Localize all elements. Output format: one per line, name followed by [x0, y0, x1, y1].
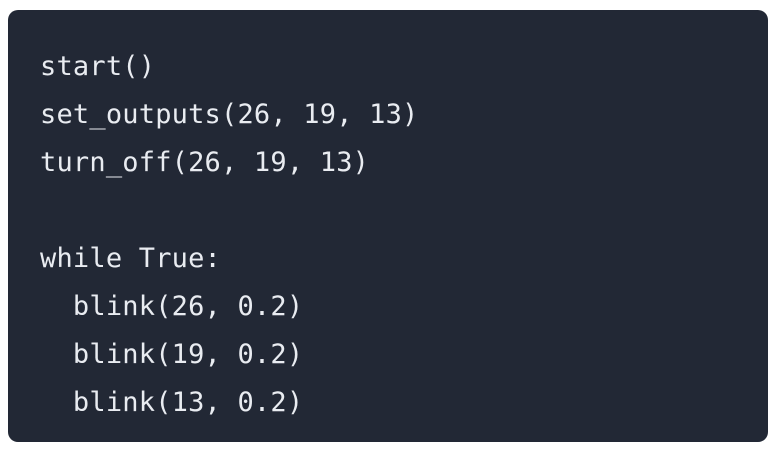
code-line-blink-26: blink(26, 0.2) [40, 291, 304, 322]
code-block: start() set_outputs(26, 19, 13) turn_off… [8, 10, 768, 442]
code-line-start: start() [40, 51, 156, 82]
code-line-blink-19: blink(19, 0.2) [40, 339, 304, 370]
code-line-blink-13: blink(13, 0.2) [40, 387, 304, 418]
code-line-while-loop: while True: [40, 243, 222, 274]
code-line-turn-off: turn_off(26, 19, 13) [40, 147, 370, 178]
code-line-set-outputs: set_outputs(26, 19, 13) [40, 99, 419, 130]
